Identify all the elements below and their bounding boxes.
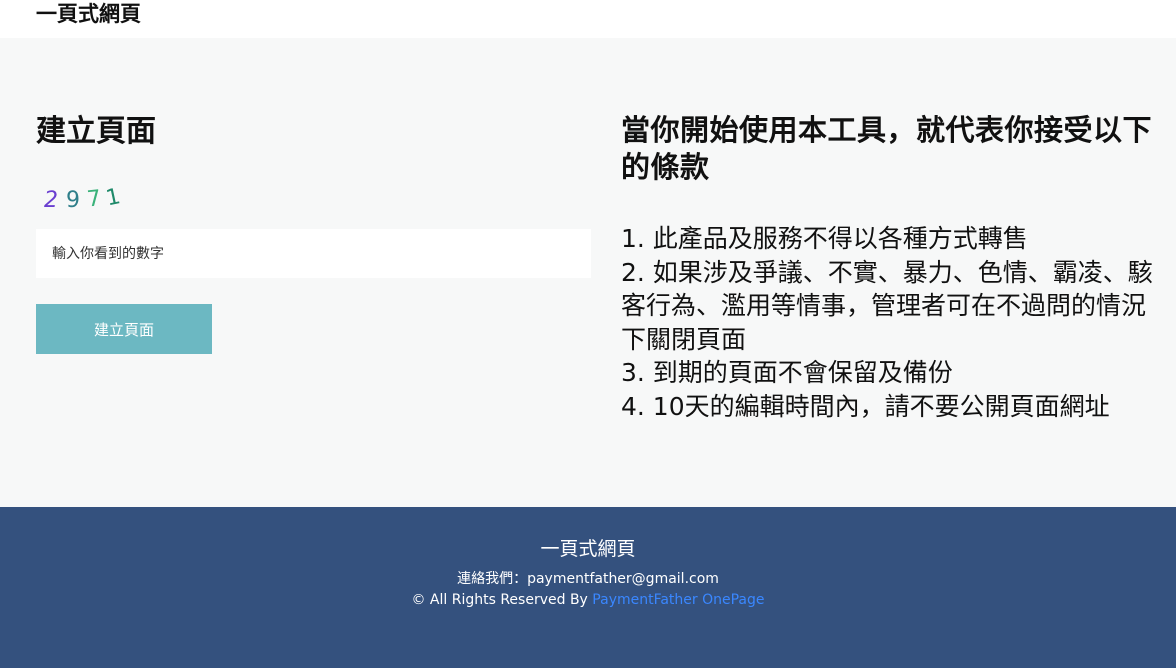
captcha-input[interactable] [36, 229, 591, 278]
create-page-button[interactable]: 建立頁面 [36, 304, 212, 354]
captcha-digit-1: 2 [44, 188, 58, 213]
terms-list: 1. 此產品及服務不得以各種方式轉售 2. 如果涉及爭議、不實、暴力、色情、霸凌… [621, 222, 1169, 424]
main-section: 建立頁面 2 9 7 1 建立頁面 當你開始使用本工具，就代表你接受以下的條款 … [0, 38, 1176, 507]
create-page-form: 建立頁面 2 9 7 1 建立頁面 [36, 38, 592, 507]
terms-panel: 當你開始使用本工具，就代表你接受以下的條款 1. 此產品及服務不得以各種方式轉售… [621, 38, 1169, 507]
captcha-digit-4: 1 [104, 184, 123, 211]
terms-item: 3. 到期的頁面不會保留及備份 [621, 358, 953, 388]
footer: 一頁式網頁 連絡我們：paymentfather@gmail.com © All… [0, 507, 1176, 668]
site-brand[interactable]: 一頁式網頁 [36, 0, 141, 28]
captcha-digit-3: 7 [86, 186, 103, 212]
top-bar: 一頁式網頁 [0, 0, 1176, 38]
copyright-text: © All Rights Reserved By [411, 592, 588, 608]
footer-link[interactable]: PaymentFather OnePage [592, 592, 764, 608]
footer-contact: 連絡我們：paymentfather@gmail.com [457, 571, 719, 587]
terms-item: 2. 如果涉及爭議、不實、暴力、色情、霸凌、駭客行為、濫用等情事，管理者可在不過… [621, 257, 1153, 354]
terms-item: 1. 此產品及服務不得以各種方式轉售 [621, 224, 1028, 253]
terms-title: 當你開始使用本工具，就代表你接受以下的條款 [621, 113, 1153, 184]
form-title: 建立頁面 [36, 114, 156, 149]
terms-item: 4. 10天的編輯時間內，請不要公開頁面網址 [621, 391, 1110, 421]
footer-copyright: © All Rights Reserved By PaymentFather O… [0, 591, 1176, 609]
captcha-image: 2 9 7 1 [40, 181, 130, 215]
footer-title: 一頁式網頁 [540, 538, 636, 560]
captcha-digit-2: 9 [66, 188, 80, 213]
